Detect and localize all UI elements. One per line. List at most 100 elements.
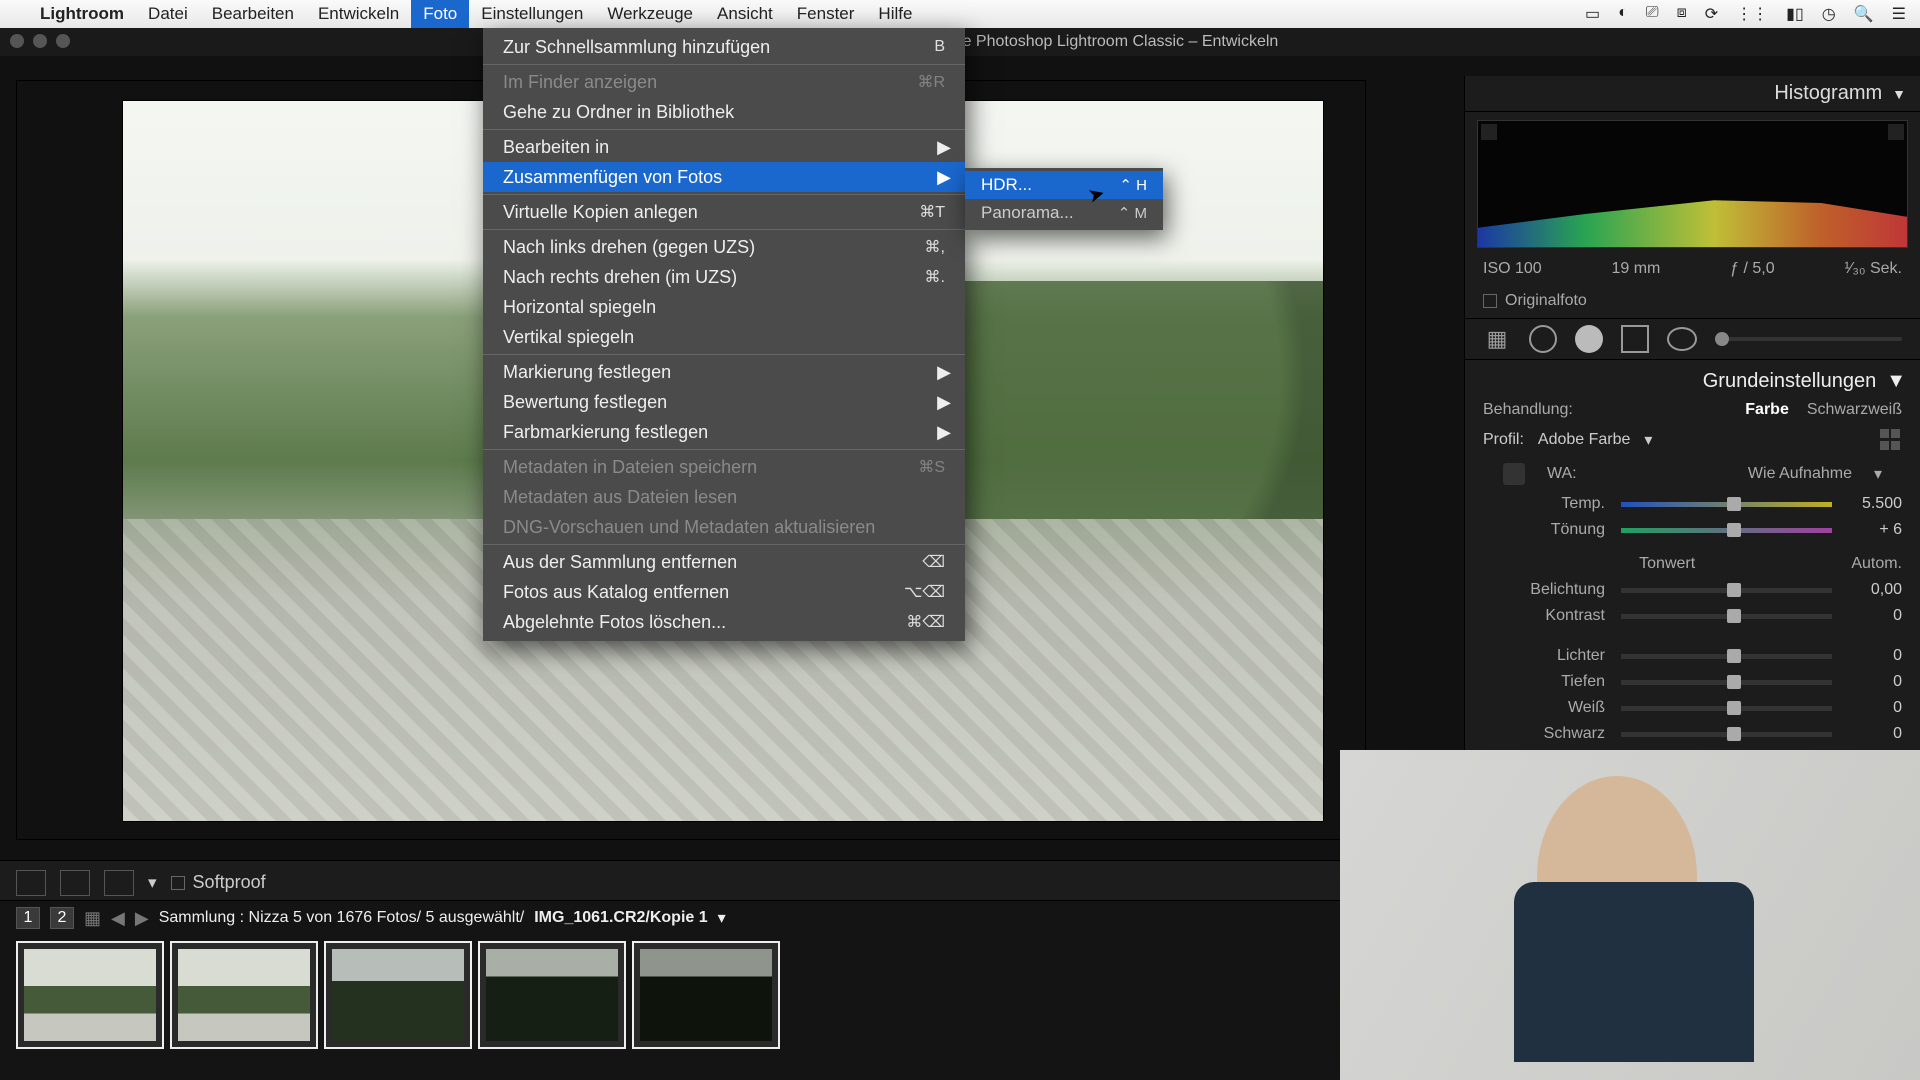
menu-item[interactable]: Virtuelle Kopien anlegen⌘T bbox=[483, 197, 965, 227]
compare-icon[interactable] bbox=[104, 870, 134, 896]
temp-slider[interactable] bbox=[1621, 502, 1832, 507]
menu-item[interactable]: Aus der Sammlung entfernen⌫ bbox=[483, 547, 965, 577]
wifi-icon[interactable]: ⋮⋮ bbox=[1736, 4, 1768, 24]
menu-item[interactable]: Zur Schnellsammlung hinzufügenB bbox=[483, 32, 965, 62]
tone-slider[interactable] bbox=[1621, 680, 1832, 685]
menu-item[interactable]: Gehe zu Ordner in Bibliothek bbox=[483, 97, 965, 127]
menu-entwickeln[interactable]: Entwickeln bbox=[306, 0, 411, 28]
file-dropdown-icon[interactable]: ▾ bbox=[718, 908, 726, 928]
slider-value[interactable]: 0 bbox=[1838, 647, 1902, 665]
menu-item[interactable]: Fotos aus Katalog entfernen⌥⌫ bbox=[483, 577, 965, 607]
temp-value[interactable]: 5.500 bbox=[1838, 495, 1902, 513]
tone-slider[interactable] bbox=[1621, 588, 1832, 593]
thumbnail-5[interactable] bbox=[632, 941, 780, 1049]
treatment-bw[interactable]: Schwarzweiß bbox=[1807, 401, 1902, 419]
loupe-view-icon[interactable] bbox=[16, 870, 46, 896]
redeye-tool-icon[interactable] bbox=[1575, 325, 1603, 353]
slider-value[interactable]: 0 bbox=[1838, 699, 1902, 717]
app-name[interactable]: Lightroom bbox=[28, 4, 136, 24]
thumbnail-4[interactable] bbox=[478, 941, 626, 1049]
sync-icon[interactable]: ⟳ bbox=[1705, 4, 1718, 24]
thumbnail-2[interactable] bbox=[170, 941, 318, 1049]
clip-highlight-icon[interactable] bbox=[1888, 124, 1904, 140]
toggle-icon[interactable]: ⎚ bbox=[1646, 4, 1659, 24]
menu-item[interactable]: Bearbeiten in▶ bbox=[483, 132, 965, 162]
next-icon[interactable]: ▶ bbox=[135, 908, 149, 929]
wb-dropdown-icon[interactable]: ▾ bbox=[1874, 464, 1882, 484]
screen-1-button[interactable]: 1 bbox=[16, 907, 40, 929]
menu-datei[interactable]: Datei bbox=[136, 0, 200, 28]
current-file[interactable]: IMG_1061.CR2/Kopie 1 bbox=[534, 909, 707, 927]
menu-item[interactable]: Vertikal spiegeln bbox=[483, 322, 965, 352]
collapse-icon[interactable]: ▼ bbox=[1886, 370, 1906, 393]
profile-dropdown-icon[interactable]: ▾ bbox=[1644, 430, 1652, 450]
prev-icon[interactable]: ◀ bbox=[111, 908, 125, 929]
originalfoto-checkbox[interactable] bbox=[1483, 294, 1497, 308]
tint-value[interactable]: + 6 bbox=[1838, 521, 1902, 539]
histogram[interactable] bbox=[1477, 120, 1908, 248]
submenu-item[interactable]: Panorama...⌃ M bbox=[965, 199, 1163, 227]
auto-tone-button[interactable]: Autom. bbox=[1851, 555, 1902, 573]
menu-item[interactable]: Farbmarkierung festlegen▶ bbox=[483, 417, 965, 447]
originalfoto-row[interactable]: Originalfoto bbox=[1465, 288, 1920, 318]
thumbnail-1[interactable] bbox=[16, 941, 164, 1049]
clip-shadow-icon[interactable] bbox=[1481, 124, 1497, 140]
before-after-icon[interactable] bbox=[60, 870, 90, 896]
menu-hilfe[interactable]: Hilfe bbox=[866, 0, 924, 28]
tone-slider[interactable] bbox=[1621, 614, 1832, 619]
slider-value[interactable]: 0 bbox=[1838, 673, 1902, 691]
wb-picker-icon[interactable] bbox=[1503, 463, 1525, 485]
thumbnail-3[interactable] bbox=[324, 941, 472, 1049]
menu-item[interactable]: Zusammenfügen von Fotos▶ bbox=[483, 162, 965, 192]
tone-slider[interactable] bbox=[1621, 654, 1832, 659]
menu-ansicht[interactable]: Ansicht bbox=[705, 0, 785, 28]
histogram-header[interactable]: Histogramm ▼ bbox=[1465, 76, 1920, 112]
submenu-item[interactable]: HDR...⌃ H bbox=[965, 171, 1163, 199]
brush-size-slider[interactable] bbox=[1715, 337, 1902, 341]
cc-icon[interactable]: ◐ bbox=[1618, 4, 1628, 24]
menu-item[interactable]: Nach links drehen (gegen UZS)⌘, bbox=[483, 232, 965, 262]
clock-icon[interactable]: ◷ bbox=[1822, 4, 1836, 24]
menu-item[interactable]: Markierung festlegen▶ bbox=[483, 357, 965, 387]
close-dot[interactable] bbox=[10, 34, 24, 48]
dropdown-icon[interactable]: ▾ bbox=[148, 873, 157, 893]
max-dot[interactable] bbox=[56, 34, 70, 48]
crop-tool-icon[interactable]: ▦ bbox=[1483, 325, 1511, 353]
menu-item[interactable]: Nach rechts drehen (im UZS)⌘. bbox=[483, 262, 965, 292]
tone-slider[interactable] bbox=[1621, 706, 1832, 711]
min-dot[interactable] bbox=[33, 34, 47, 48]
tone-slider[interactable] bbox=[1621, 732, 1832, 737]
radial-tool-icon[interactable] bbox=[1667, 327, 1697, 351]
merge-submenu[interactable]: HDR...⌃ HPanorama...⌃ M bbox=[965, 168, 1163, 230]
basic-header[interactable]: Grundeinstellungen ▼ bbox=[1479, 366, 1906, 397]
menu-fenster[interactable]: Fenster bbox=[785, 0, 867, 28]
menu-icon[interactable]: ☰ bbox=[1892, 4, 1906, 24]
spotlight-icon[interactable]: 🔍 bbox=[1854, 4, 1874, 24]
collapse-icon[interactable]: ▼ bbox=[1892, 86, 1906, 102]
display-icon[interactable]: ▭ bbox=[1585, 4, 1600, 24]
battery-icon[interactable]: ▮▯ bbox=[1786, 4, 1804, 24]
tint-slider[interactable] bbox=[1621, 528, 1832, 533]
screen-2-button[interactable]: 2 bbox=[50, 907, 74, 929]
softproof-checkbox[interactable] bbox=[171, 876, 185, 890]
foto-dropdown[interactable]: Zur Schnellsammlung hinzufügenBIm Finder… bbox=[483, 28, 965, 641]
treatment-color[interactable]: Farbe bbox=[1745, 401, 1789, 419]
softproof-toggle[interactable]: Softproof bbox=[171, 872, 266, 893]
slider-value[interactable]: 0 bbox=[1838, 607, 1902, 625]
traffic-lights[interactable] bbox=[10, 34, 70, 48]
spot-tool-icon[interactable] bbox=[1529, 325, 1557, 353]
profile-value[interactable]: Adobe Farbe bbox=[1538, 431, 1631, 449]
menu-werkzeuge[interactable]: Werkzeuge bbox=[595, 0, 705, 28]
menu-item[interactable]: Horizontal spiegeln bbox=[483, 292, 965, 322]
menu-einstellungen[interactable]: Einstellungen bbox=[469, 0, 595, 28]
wb-value[interactable]: Wie Aufnahme bbox=[1748, 465, 1852, 483]
dropbox-icon[interactable]: ⧈ bbox=[1677, 4, 1687, 24]
profile-browser-icon[interactable] bbox=[1880, 429, 1902, 451]
slider-value[interactable]: 0,00 bbox=[1838, 581, 1902, 599]
menu-item[interactable]: Abgelehnte Fotos löschen...⌘⌫ bbox=[483, 607, 965, 637]
grad-tool-icon[interactable] bbox=[1621, 325, 1649, 353]
menu-item[interactable]: Bewertung festlegen▶ bbox=[483, 387, 965, 417]
grid-icon[interactable]: ▦ bbox=[84, 908, 101, 929]
slider-value[interactable]: 0 bbox=[1838, 725, 1902, 743]
menu-bearbeiten[interactable]: Bearbeiten bbox=[200, 0, 306, 28]
